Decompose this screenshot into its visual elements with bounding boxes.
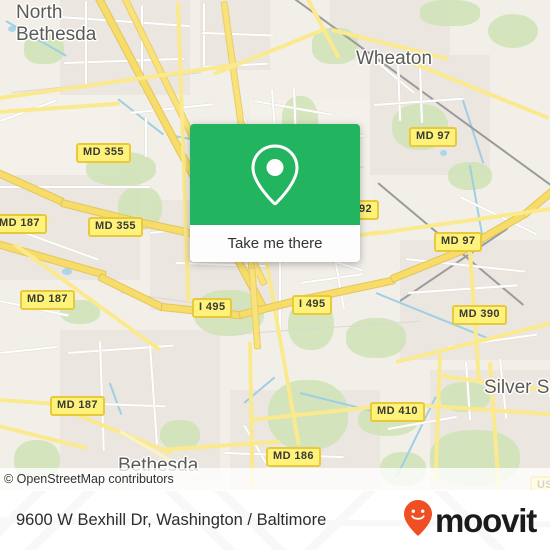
route-shield-md-186: MD 186 xyxy=(266,447,321,467)
location-address-label: 9600 W Bexhill Dr, Washington / Baltimor… xyxy=(16,511,327,529)
footer-bar: 9600 W Bexhill Dr, Washington / Baltimor… xyxy=(0,490,550,550)
moovit-wordmark: moovit xyxy=(435,502,537,539)
poi-info-card[interactable]: Take me there xyxy=(190,124,360,262)
route-shield-md-355: MD 355 xyxy=(76,143,131,163)
poi-card-header xyxy=(190,124,360,225)
map-water-body xyxy=(62,268,72,275)
route-shield-md-390: MD 390 xyxy=(452,305,507,325)
map-park-area xyxy=(420,0,480,26)
take-me-there-button[interactable]: Take me there xyxy=(190,225,360,262)
map-park-area xyxy=(488,14,538,48)
route-shield-md-187: MD 187 xyxy=(50,396,105,416)
route-shield-md-97: MD 97 xyxy=(434,232,483,252)
map-minor-road xyxy=(299,273,364,284)
map-place-label-silver-spring: Silver Sp xyxy=(484,377,550,398)
map-canvas[interactable]: North Bethesda Wheaton Silver Sp Bethesd… xyxy=(0,0,550,490)
map-place-label-north-bethesda: North Bethesda xyxy=(16,2,97,45)
route-shield-md-410: MD 410 xyxy=(370,402,425,422)
route-shield-md-355: MD 355 xyxy=(88,217,143,237)
moovit-logo[interactable]: moovit xyxy=(403,499,537,542)
map-place-label-wheaton: Wheaton xyxy=(356,48,433,69)
route-shield-md-187: MD 187 xyxy=(20,290,75,310)
route-shield-md-97: MD 97 xyxy=(409,127,458,147)
map-minor-road xyxy=(203,3,205,69)
route-shield-i-495: I 495 xyxy=(292,295,333,315)
map-pin-icon xyxy=(248,142,302,208)
route-shield-md-187: MD 187 xyxy=(0,214,47,234)
map-minor-road xyxy=(129,103,214,114)
map-minor-road xyxy=(145,117,147,157)
moovit-map-share-card: North Bethesda Wheaton Silver Sp Bethesd… xyxy=(0,0,550,550)
route-shield-i-495: I 495 xyxy=(192,298,233,318)
map-water-body xyxy=(440,150,447,156)
map-minor-road xyxy=(0,345,58,354)
moovit-pin-smile-icon xyxy=(403,499,433,542)
map-attribution: © OpenStreetMap contributors xyxy=(0,468,550,490)
